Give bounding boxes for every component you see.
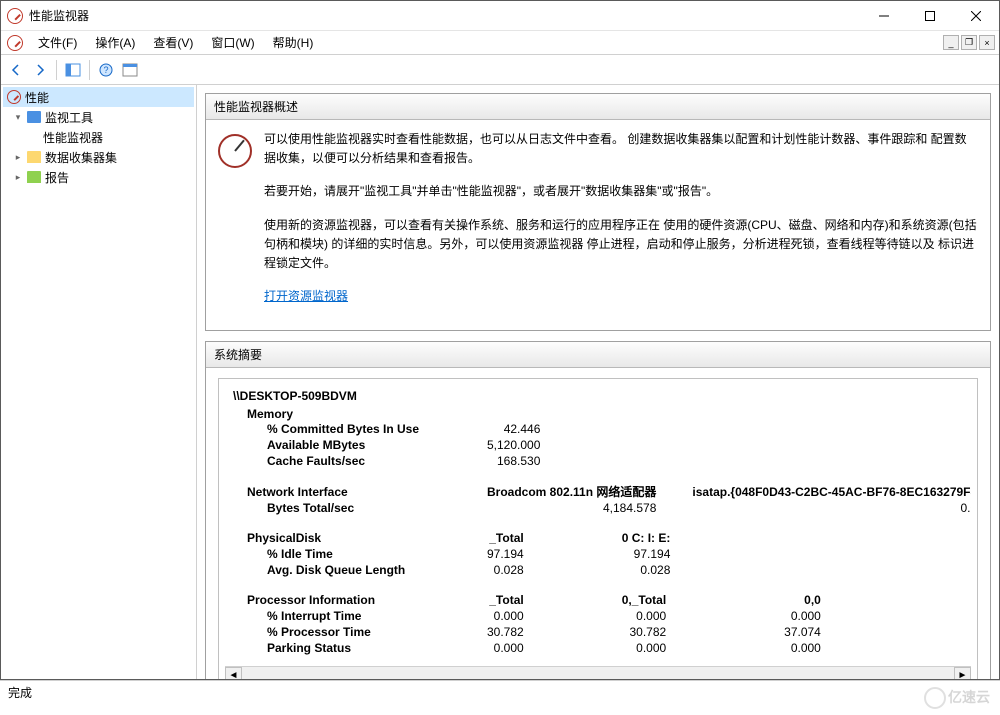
performance-icon — [7, 90, 21, 104]
menu-view[interactable]: 查看(V) — [144, 31, 202, 54]
tree-root-label: 性能 — [25, 89, 49, 106]
tree-reports[interactable]: ▸ 报告 — [3, 167, 194, 187]
tree-collector-sets-label: 数据收集器集 — [45, 149, 117, 166]
status-bar: 完成 — [0, 680, 1000, 702]
tree-collector-sets[interactable]: ▸ 数据收集器集 — [3, 147, 194, 167]
tools-icon — [27, 111, 41, 123]
maximize-button[interactable] — [907, 1, 953, 31]
expander-icon[interactable]: ▾ — [13, 112, 23, 123]
mdi-restore[interactable]: ❐ — [961, 35, 977, 50]
app-icon — [7, 8, 23, 24]
tree-root-performance[interactable]: 性能 — [3, 87, 194, 107]
scroll-left-arrow[interactable]: ◄ — [225, 667, 242, 679]
tree-reports-label: 报告 — [45, 169, 69, 186]
expander-icon[interactable]: ▸ — [13, 152, 23, 163]
properties-button[interactable] — [119, 59, 141, 81]
report-icon — [27, 171, 41, 183]
watermark: 亿速云 — [924, 687, 990, 709]
menu-action[interactable]: 操作(A) — [86, 31, 144, 54]
summary-panel: 系统摘要 \\DESKTOP-509BDVM Memory % Committe… — [205, 341, 991, 679]
menu-window[interactable]: 窗口(W) — [202, 31, 263, 54]
summary-scroll-area[interactable]: \\DESKTOP-509BDVM Memory % Committed Byt… — [225, 389, 971, 666]
summary-host: \\DESKTOP-509BDVM — [225, 389, 971, 403]
summary-header: 系统摘要 — [206, 342, 990, 368]
help-button[interactable]: ? — [95, 59, 117, 81]
network-table: Network InterfaceBroadcom 802.11n 网络适配器i… — [247, 483, 971, 516]
svg-text:?: ? — [103, 65, 108, 75]
mdi-minimize[interactable]: _ — [943, 35, 959, 50]
menu-help[interactable]: 帮助(H) — [264, 31, 323, 54]
overview-paragraph-3: 使用新的资源监视器，可以查看有关操作系统、服务和运行的应用程序正在 使用的硬件资… — [264, 216, 978, 274]
memory-table: % Committed Bytes In Use42.446 Available… — [247, 421, 558, 469]
folder-icon — [27, 151, 41, 163]
disk-table: PhysicalDisk_Total0 C: I: E: % Idle Time… — [247, 530, 688, 578]
menu-file[interactable]: 文件(F) — [29, 31, 86, 54]
overview-panel: 性能监视器概述 可以使用性能监视器实时查看性能数据，也可以从日志文件中查看。 创… — [205, 93, 991, 331]
expander-icon[interactable]: ▸ — [13, 172, 23, 183]
mdi-close[interactable]: × — [979, 35, 995, 50]
tree-pane[interactable]: 性能 ▾ 监视工具 性能监视器 ▸ 数据收集器集 ▸ 报告 — [1, 85, 197, 679]
processor-table: Processor Information_Total0,_Total0,0 %… — [247, 592, 839, 656]
gauge-icon — [218, 134, 252, 168]
forward-button[interactable] — [29, 59, 51, 81]
status-text: 完成 — [8, 686, 32, 700]
minimize-button[interactable] — [861, 1, 907, 31]
show-hide-tree-button[interactable] — [62, 59, 84, 81]
back-button[interactable] — [5, 59, 27, 81]
close-button[interactable] — [953, 1, 999, 31]
tree-monitor-tools[interactable]: ▾ 监视工具 — [3, 107, 194, 127]
tree-perf-monitor-label: 性能监视器 — [43, 129, 103, 146]
tree-monitor-tools-label: 监视工具 — [45, 109, 93, 126]
overview-paragraph-2: 若要开始，请展开"监视工具"并单击"性能监视器"，或者展开"数据收集器集"或"报… — [264, 182, 978, 201]
tree-perf-monitor[interactable]: 性能监视器 — [3, 127, 194, 147]
scroll-right-arrow[interactable]: ► — [954, 667, 971, 679]
horizontal-scrollbar[interactable]: ◄ ► — [225, 666, 971, 679]
open-resource-monitor-link[interactable]: 打开资源监视器 — [264, 289, 348, 303]
overview-header: 性能监视器概述 — [206, 94, 990, 120]
memory-section: Memory — [225, 407, 971, 421]
app-icon-menu — [7, 35, 23, 51]
overview-paragraph-1: 可以使用性能监视器实时查看性能数据，也可以从日志文件中查看。 创建数据收集器集以… — [264, 130, 978, 168]
window-title: 性能监视器 — [29, 7, 861, 24]
